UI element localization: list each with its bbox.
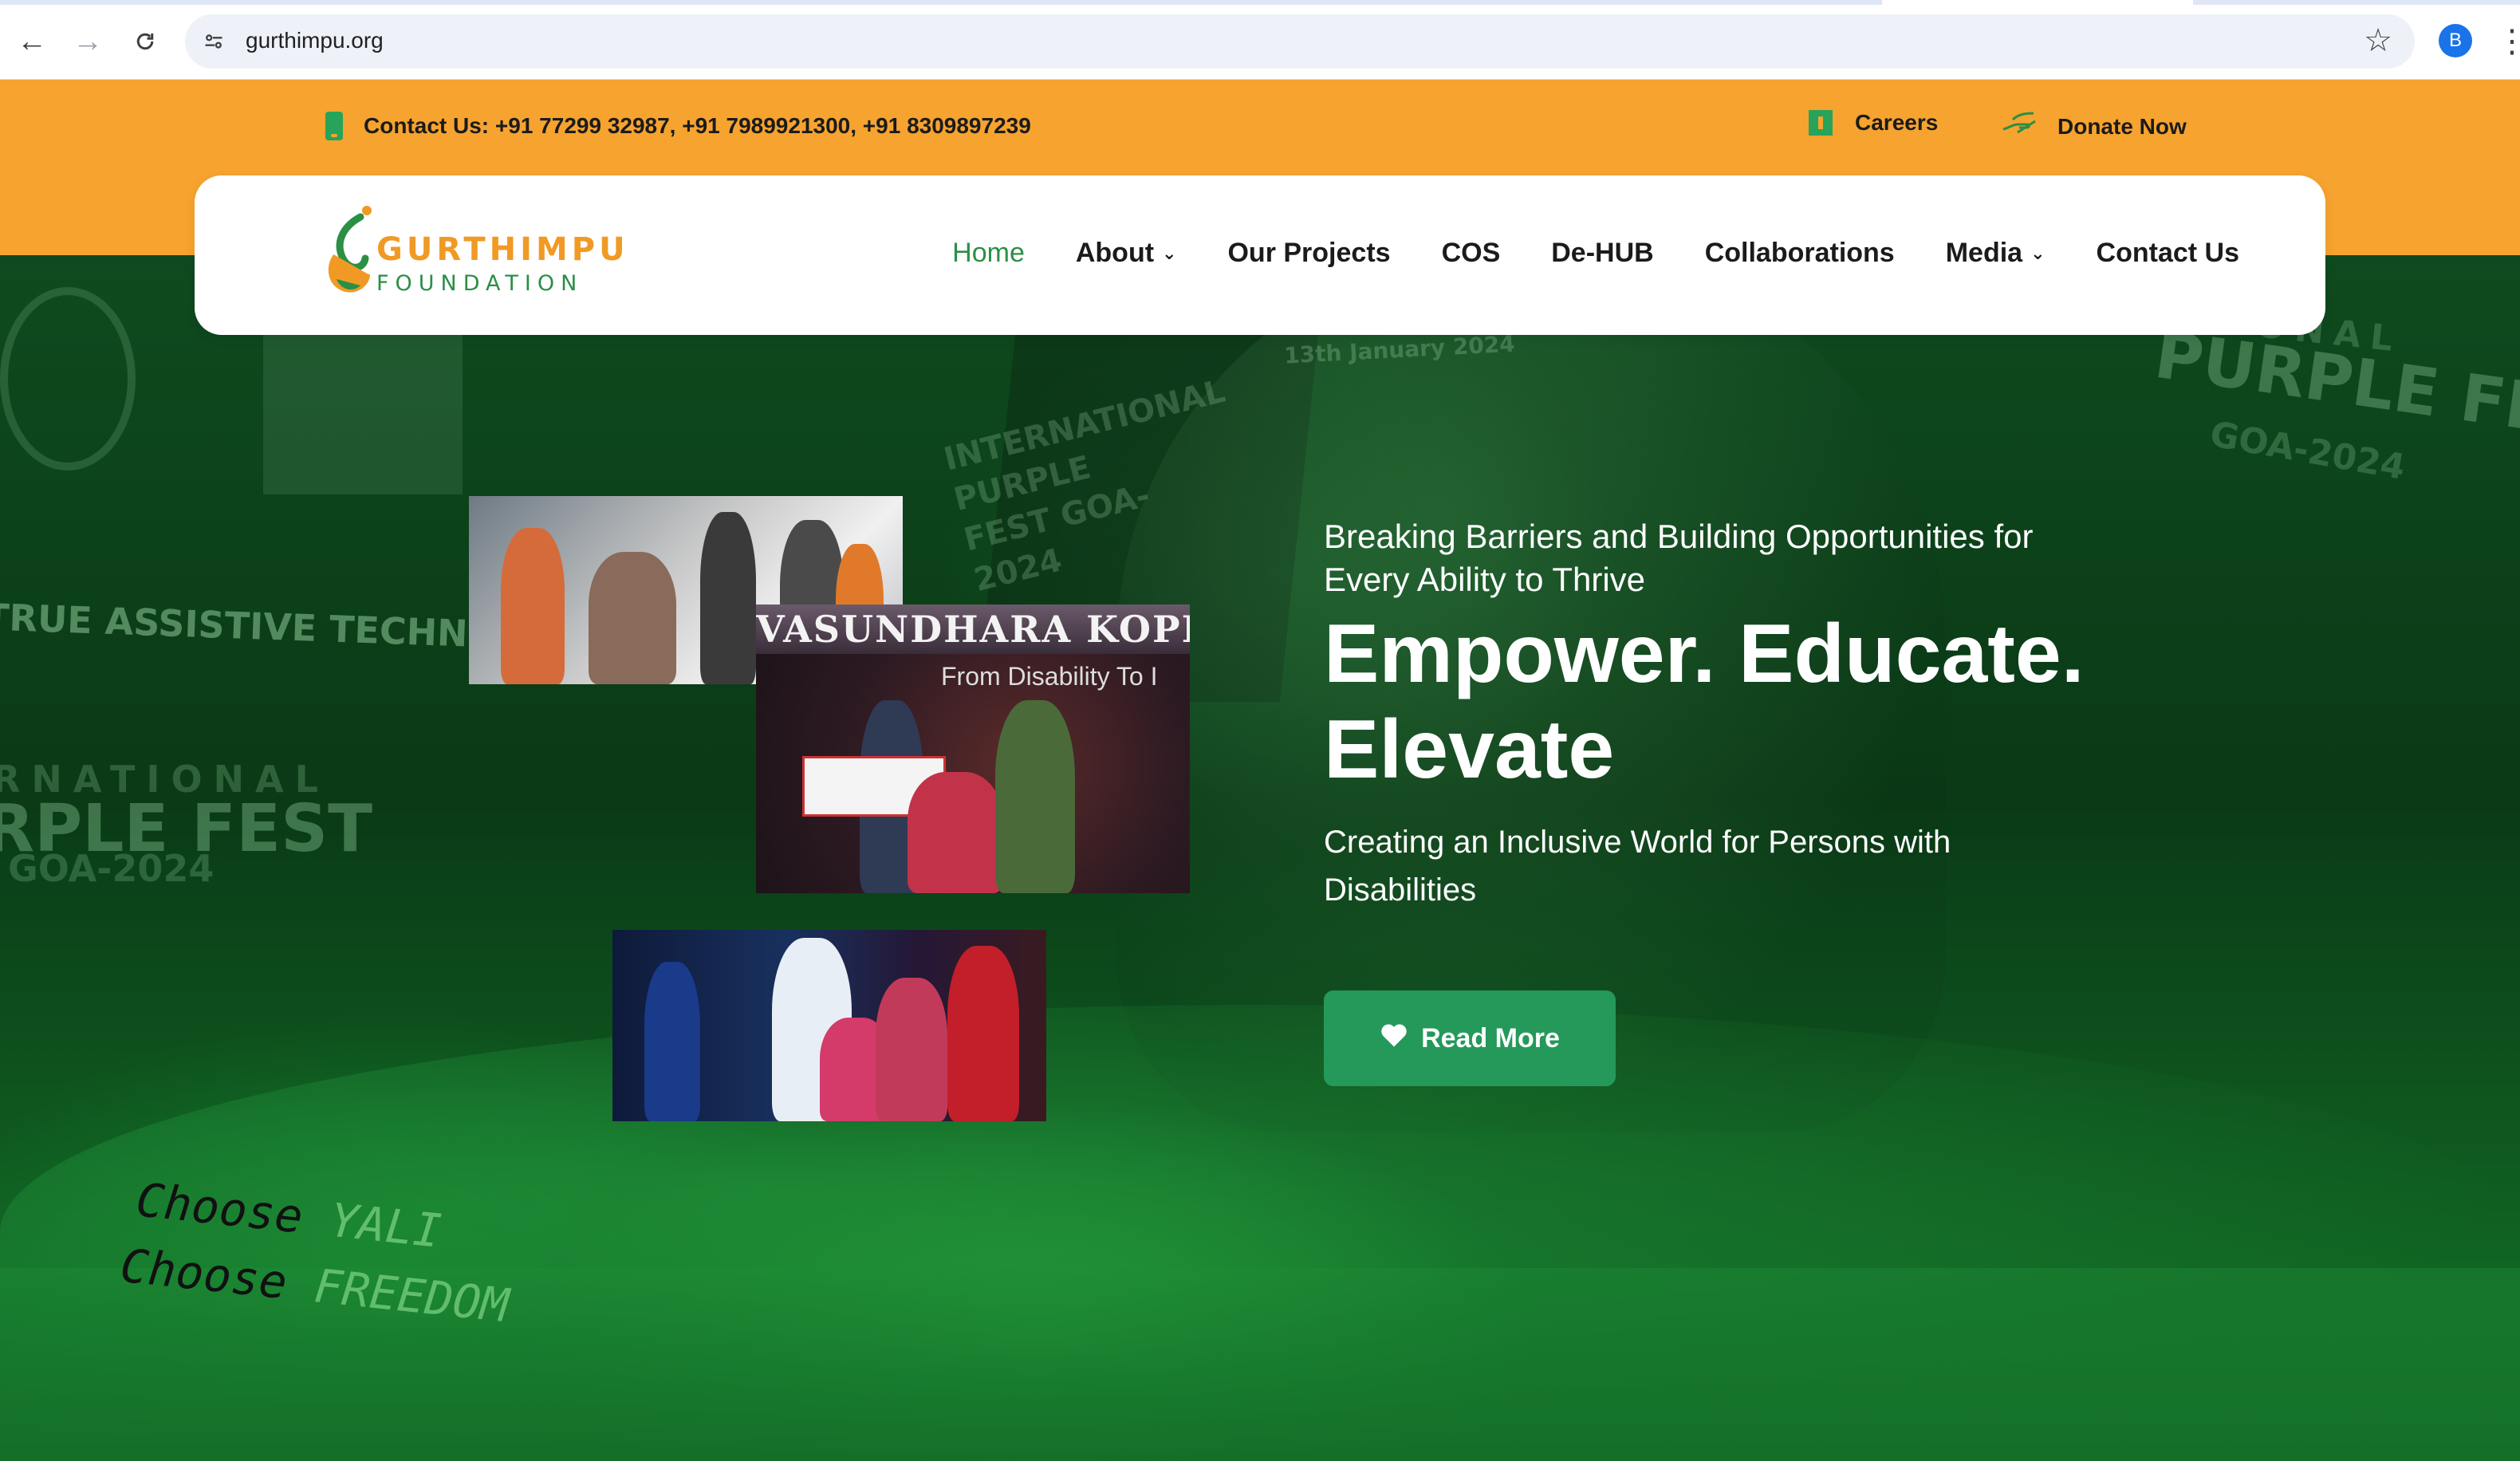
site-logo[interactable]: GURTHIMPU FOUNDATION [319, 203, 625, 306]
bg-text-goa-left: GOA-2024 [8, 847, 215, 890]
collage-photo-award: VASUNDHARA KOPPU From Disability To I [756, 604, 1190, 893]
nav-de-hub[interactable]: De-HUB [1551, 238, 1653, 269]
read-more-button[interactable]: Read More [1324, 990, 1616, 1086]
bookmark-star-icon[interactable]: ☆ [2364, 22, 2392, 59]
tab-strip [0, 0, 2520, 5]
main-nav: Home About ⌄ Our Projects COS De-HUB Coll… [901, 238, 2239, 269]
logo-line-2: FOUNDATION [376, 271, 584, 296]
donate-now-link[interactable]: Donate Now [2002, 110, 2187, 143]
nav-de-hub-label[interactable]: De-HUB [1551, 238, 1653, 269]
hero-section: TRUE ASSISTIVE TECHNOLOGY RNATIONAL RPLE… [0, 255, 2520, 1461]
careers-label[interactable]: Careers [1855, 110, 1938, 136]
nav-home[interactable]: Home [952, 238, 1025, 269]
nav-about[interactable]: About ⌄ [1076, 238, 1177, 269]
hero-headline: Empower. Educate. Elevate [1324, 608, 2085, 796]
logo-line-1: GURTHIMPU [376, 231, 629, 268]
donate-label[interactable]: Donate Now [2057, 114, 2187, 140]
hero-kicker: Breaking Barriers and Building Opportuni… [1324, 518, 2034, 598]
nav-contact-us-label[interactable]: Contact Us [2097, 238, 2239, 269]
browser-chrome: ← → gurthimpu.org ☆ B ⋮ [0, 0, 2520, 80]
nav-cos-label[interactable]: COS [1442, 238, 1501, 269]
url-text[interactable]: gurthimpu.org [246, 28, 384, 53]
heart-icon [1380, 1022, 1408, 1055]
choose-1b: YALI [327, 1192, 444, 1258]
nav-collaborations-label[interactable]: Collaborations [1705, 238, 1895, 269]
browser-menu-icon[interactable]: ⋮ [2496, 21, 2520, 62]
chevron-down-icon[interactable]: ⌄ [1162, 243, 1176, 264]
award-banner-text: VASUNDHARA KOPPU [756, 604, 1190, 654]
nav-home-label[interactable]: Home [952, 238, 1025, 269]
award-sub-text: From Disability To I [941, 662, 1158, 691]
fan-shape [0, 287, 136, 471]
collage-photo-event [612, 930, 1046, 1121]
read-more-label[interactable]: Read More [1421, 1023, 1560, 1054]
nav-collaborations[interactable]: Collaborations [1705, 238, 1895, 269]
address-bar[interactable]: gurthimpu.org ☆ [185, 14, 2415, 69]
profile-avatar[interactable]: B [2439, 24, 2472, 57]
donate-hand-icon [2002, 110, 2037, 143]
contact-text: Contact Us: +91 77299 32987, +91 7989921… [364, 113, 1031, 138]
forward-icon[interactable]: → [67, 21, 108, 62]
chevron-down-icon[interactable]: ⌄ [2030, 243, 2045, 264]
phone-icon [325, 112, 343, 140]
nav-our-projects[interactable]: Our Projects [1227, 238, 1390, 269]
careers-link[interactable]: Careers [1809, 110, 1938, 136]
reload-icon[interactable] [124, 21, 166, 62]
careers-icon [1809, 110, 1833, 136]
site-settings-icon[interactable] [198, 26, 230, 57]
nav-cos[interactable]: COS [1442, 238, 1501, 269]
bg-text-goa-right: GOA-2024 [2207, 413, 2408, 489]
nav-media[interactable]: Media ⌄ [1946, 238, 2046, 269]
main-header: GURTHIMPU FOUNDATION Home About ⌄ Our Pro… [195, 175, 2325, 335]
hero-subline: Creating an Inclusive World for Persons … [1324, 825, 1951, 908]
contact-info: Contact Us: +91 77299 32987, +91 7989921… [325, 112, 1031, 140]
back-icon[interactable]: ← [11, 21, 53, 62]
logo-figure-icon [328, 206, 372, 293]
active-tab[interactable] [1882, 0, 2193, 5]
nav-our-projects-label[interactable]: Our Projects [1227, 238, 1390, 269]
nav-about-label[interactable]: About [1076, 238, 1154, 269]
nav-media-label[interactable]: Media [1946, 238, 2022, 269]
nav-contact-us[interactable]: Contact Us [2097, 238, 2239, 269]
